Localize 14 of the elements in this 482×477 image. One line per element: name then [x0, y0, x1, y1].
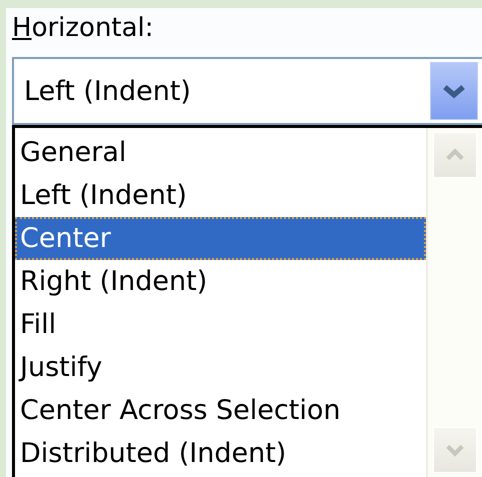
field-label: Horizontal:	[12, 12, 155, 45]
list-option[interactable]: Center Across Selection	[15, 389, 426, 432]
list-option[interactable]: General	[15, 131, 426, 174]
scrollbar[interactable]	[426, 128, 482, 477]
scroll-up-button[interactable]	[433, 132, 477, 178]
list-option[interactable]: Center	[15, 217, 426, 260]
dropdown-field[interactable]: Left (Indent)	[12, 57, 482, 125]
scroll-down-button[interactable]	[433, 427, 477, 473]
list-option[interactable]: Right (Indent)	[15, 260, 426, 303]
list-option[interactable]: Fill	[15, 303, 426, 346]
list-option[interactable]: Left (Indent)	[15, 174, 426, 217]
dropdown-button[interactable]	[430, 62, 478, 120]
list-option[interactable]: Justify	[15, 346, 426, 389]
list-option[interactable]: Distributed (Indent)	[15, 432, 426, 475]
